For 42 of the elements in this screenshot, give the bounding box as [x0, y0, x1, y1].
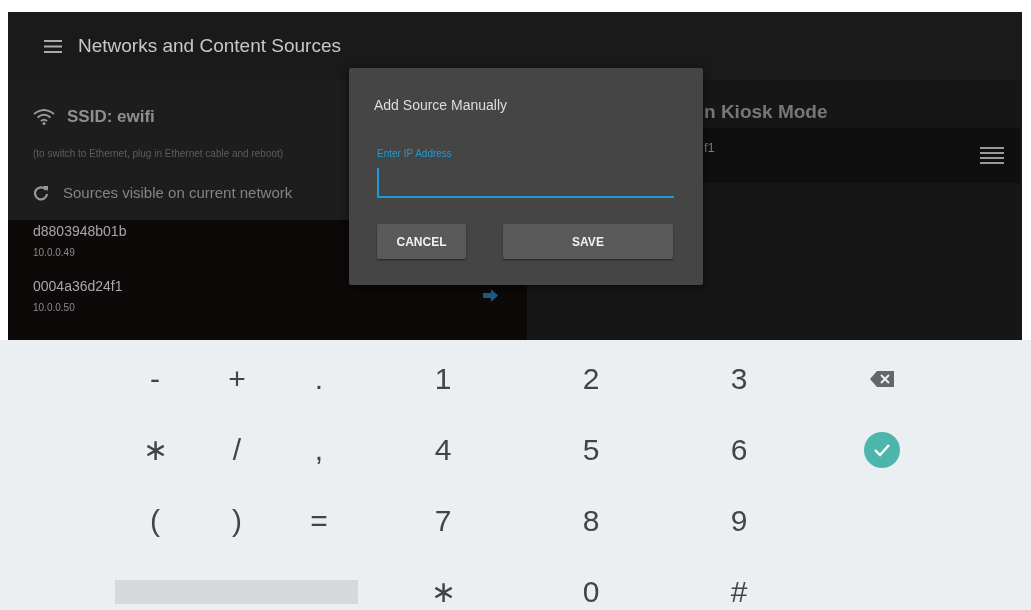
kiosk-item-text: f1: [704, 139, 715, 157]
ip-address-field[interactable]: [377, 168, 674, 198]
keyboard-key[interactable]: 5: [517, 414, 665, 485]
source-name[interactable]: d8803948b01b: [33, 220, 127, 242]
keyboard-key[interactable]: 1: [369, 343, 517, 414]
keyboard-key[interactable]: /: [196, 414, 278, 485]
keyboard-key[interactable]: 4: [369, 414, 517, 485]
sources-heading: Sources visible on current network: [63, 182, 293, 203]
check-icon[interactable]: [864, 431, 900, 468]
menu-icon[interactable]: [44, 39, 62, 53]
keyboard-key[interactable]: 7: [369, 485, 517, 556]
keyboard-key[interactable]: 2: [517, 343, 665, 414]
keyboard-key[interactable]: #: [665, 556, 813, 610]
app-title: Networks and Content Sources: [78, 33, 341, 58]
field-label: Enter IP Address: [377, 147, 452, 161]
keyboard-key[interactable]: ∗: [114, 414, 196, 485]
ssid-label: SSID: ewifi: [67, 106, 155, 128]
keyboard-key[interactable]: ∗: [369, 556, 517, 610]
refresh-icon[interactable]: [33, 184, 49, 201]
keyboard-key[interactable]: -: [114, 343, 196, 414]
source-name[interactable]: 0004a36d24f1: [33, 275, 123, 297]
source-ip: 10.0.0.50: [33, 300, 76, 315]
keyboard-key[interactable]: ,: [278, 414, 360, 485]
source-ip: 10.0.0.49: [33, 245, 76, 260]
keyboard-key[interactable]: 3: [665, 343, 813, 414]
list-icon[interactable]: [980, 147, 1004, 164]
keyboard-key[interactable]: 9: [665, 485, 813, 556]
keyboard-key[interactable]: 6: [665, 414, 813, 485]
wifi-icon: [33, 108, 55, 125]
arrow-right-icon[interactable]: [483, 288, 498, 302]
keyboard-key[interactable]: (: [114, 485, 196, 556]
dialog-button[interactable]: SAVE: [503, 224, 673, 259]
keyboard-key[interactable]: ): [196, 485, 278, 556]
keyboard-key[interactable]: .: [278, 343, 360, 414]
kiosk-title: n Kiosk Mode: [704, 100, 829, 124]
keyboard-key[interactable]: 0: [517, 556, 665, 610]
dialog-title: Add Source Manually: [374, 96, 509, 115]
keyboard-key[interactable]: 8: [517, 485, 665, 556]
dialog-button[interactable]: CANCEL: [377, 224, 466, 259]
keyboard-key[interactable]: +: [196, 343, 278, 414]
keyboard-key[interactable]: =: [278, 485, 360, 556]
backspace-icon[interactable]: [870, 370, 894, 387]
